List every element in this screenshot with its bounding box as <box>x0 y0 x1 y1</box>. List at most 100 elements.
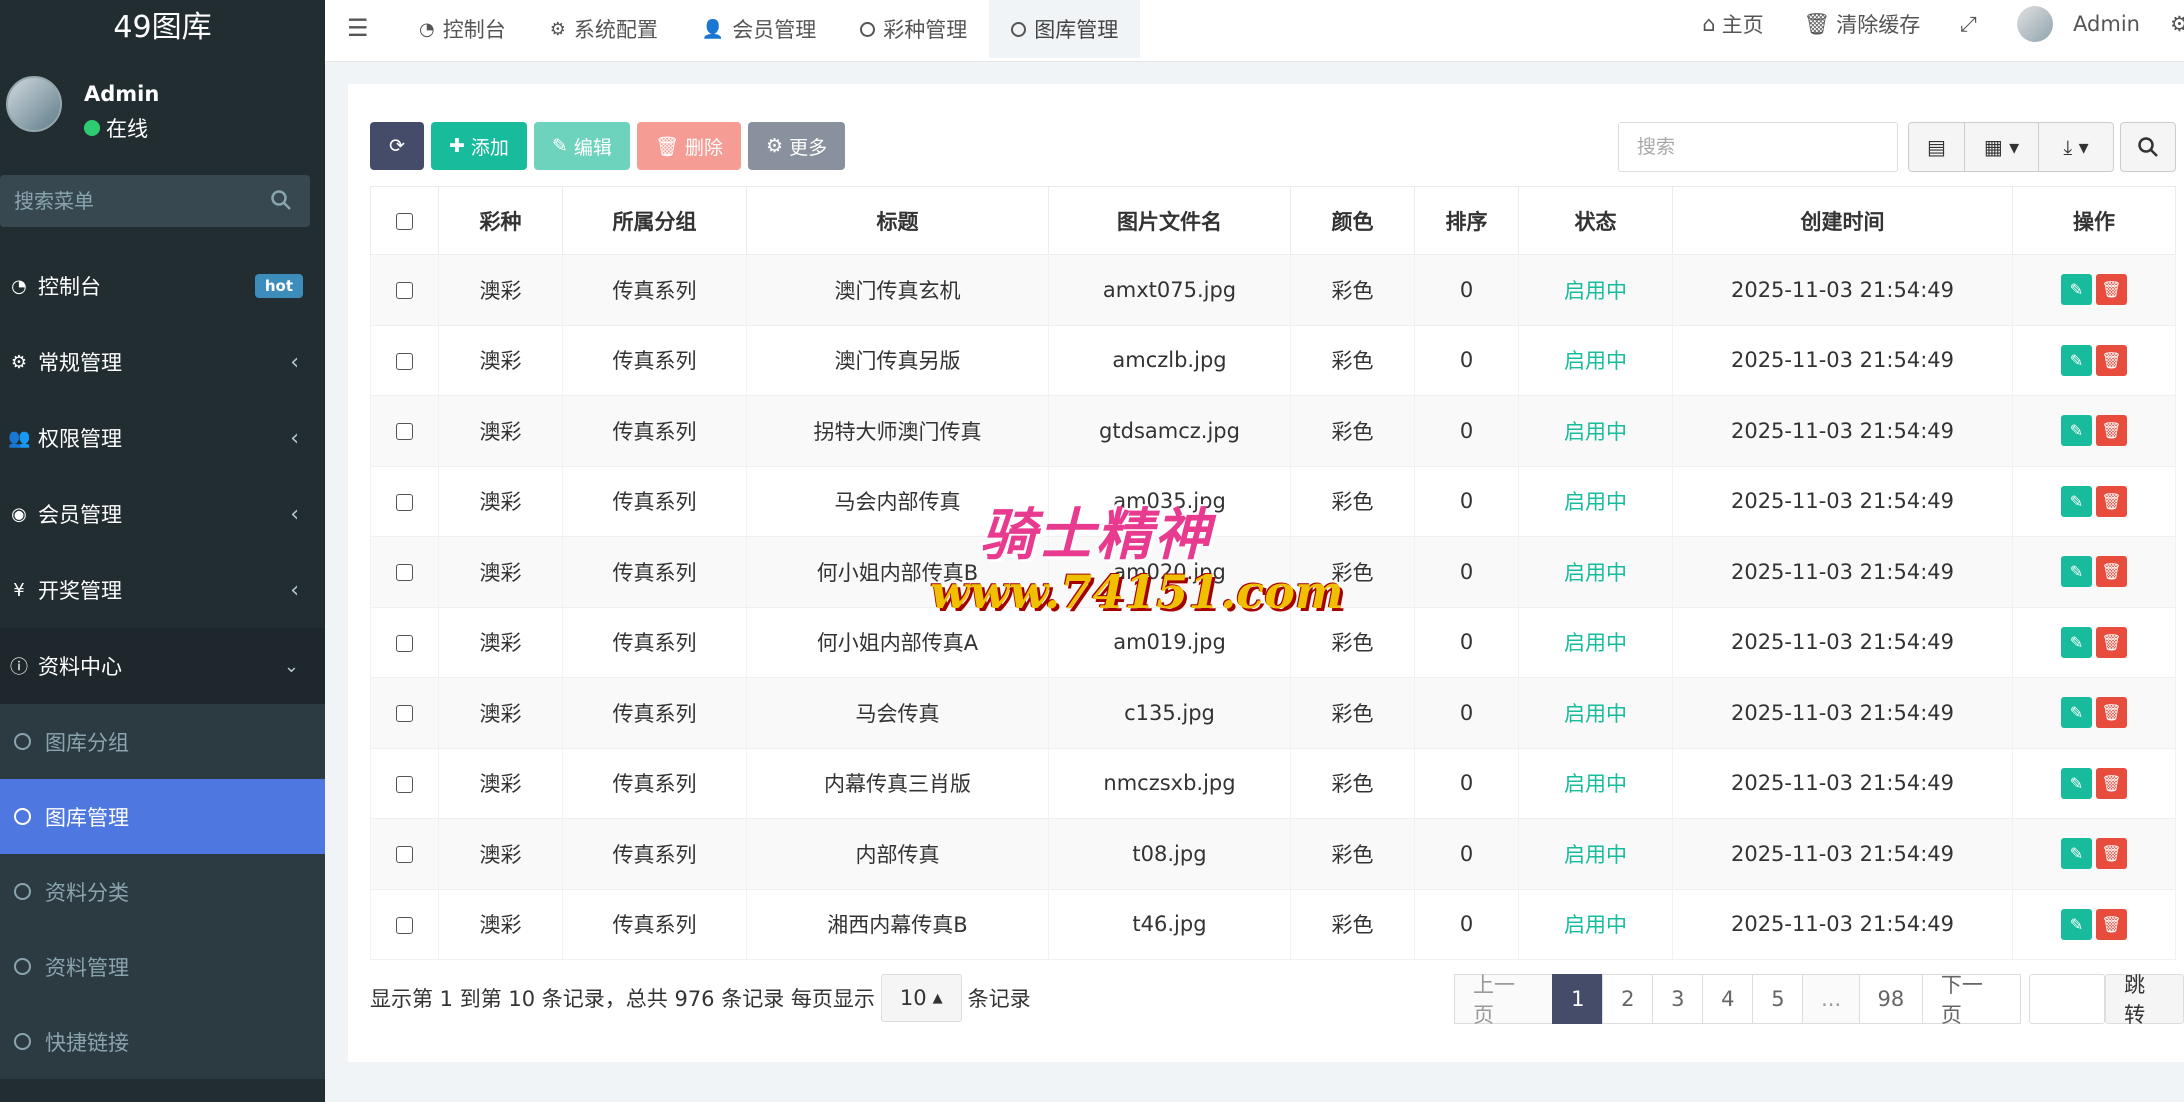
row-delete-button[interactable]: 🗑 <box>2096 274 2127 306</box>
page-jump-button[interactable]: 跳转 <box>2105 973 2184 1027</box>
page-button[interactable]: 98 <box>1858 974 1923 1024</box>
page-jump-input[interactable] <box>2029 974 2106 1024</box>
row-delete-button[interactable]: 🗑 <box>2096 908 2127 940</box>
row-delete-button[interactable]: 🗑 <box>2096 344 2127 376</box>
row-delete-button[interactable]: 🗑 <box>2096 485 2127 517</box>
sidebar-subitem-quick-links[interactable]: 快捷链接 <box>0 1004 325 1079</box>
row-actions: ✎ 🗑 <box>2012 254 2176 326</box>
next-page-button[interactable]: 下一页 <box>1921 973 2022 1027</box>
row-checkbox[interactable] <box>396 564 413 582</box>
table-search-input[interactable] <box>1618 122 1898 172</box>
row-delete-button[interactable]: 🗑 <box>2096 697 2127 729</box>
table-row[interactable]: 澳彩 传真系列 马会传真 c135.jpg 彩色 0 启用中 2025-11-03 21:54… <box>370 677 2176 749</box>
row-checkbox[interactable] <box>396 775 413 793</box>
tab-gallery-manage[interactable]: 图库管理 <box>989 0 1141 58</box>
table-row[interactable]: 澳彩 传真系列 澳门传真另版 amczlb.jpg 彩色 0 启用中 2025-11-03 2… <box>370 325 2176 396</box>
row-edit-button[interactable]: ✎ <box>2061 908 2092 940</box>
row-edit-button[interactable]: ✎ <box>2061 767 2092 799</box>
table-row[interactable]: 澳彩 传真系列 何小姐内部传真B am020.jpg 彩色 0 启用中 2025-11-03 … <box>370 536 2176 608</box>
col-header[interactable]: 颜色 <box>1290 186 1415 255</box>
row-edit-button[interactable]: ✎ <box>2061 485 2092 517</box>
row-edit-button[interactable]: ✎ <box>2061 697 2092 729</box>
row-delete-button[interactable]: 🗑 <box>2096 415 2127 447</box>
row-checkbox[interactable] <box>396 352 413 370</box>
table-row[interactable]: 澳彩 传真系列 湘西内幕传真B t46.jpg 彩色 0 启用中 2025-11-03 21:… <box>370 889 2176 960</box>
row-actions: ✎ 🗑 <box>2012 818 2176 890</box>
sidebar-item-lottery-draw[interactable]: ¥ 开奖管理 ‹ <box>0 552 325 628</box>
page-button[interactable]: 4 <box>1702 974 1754 1024</box>
add-button[interactable]: ✚ 添加 <box>431 122 527 170</box>
col-header[interactable]: 创建时间 <box>1672 186 2013 255</box>
page-button[interactable]: 3 <box>1652 974 1704 1024</box>
tab-dashboard[interactable]: ◔ 控制台 <box>397 0 528 58</box>
row-checkbox[interactable] <box>396 705 413 723</box>
table-row[interactable]: 澳彩 传真系列 内部传真 t08.jpg 彩色 0 启用中 2025-11-03 21:54:… <box>370 818 2176 890</box>
tab-system-config[interactable]: ⚙ 系统配置 <box>528 0 680 58</box>
row-edit-button[interactable]: ✎ <box>2061 838 2092 870</box>
row-checkbox[interactable] <box>396 493 413 511</box>
sidebar-subitem-gallery-groups[interactable]: 图库分组 <box>0 704 325 779</box>
sidebar-subitem-info-manage[interactable]: 资料管理 <box>0 929 325 1004</box>
table-row[interactable]: 澳彩 传真系列 拐特大师澳门传真 gtdsamcz.jpg 彩色 0 启用中 2025-11-… <box>370 395 2176 467</box>
cell-group: 传真系列 <box>562 254 747 326</box>
row-edit-button[interactable]: ✎ <box>2061 344 2092 376</box>
page-button[interactable]: 2 <box>1602 974 1654 1024</box>
menu-search-input[interactable] <box>14 189 264 213</box>
clear-cache-button[interactable]: 🗑 清除缓存 <box>1804 9 1921 39</box>
col-header[interactable]: 标题 <box>746 186 1049 255</box>
sidebar-item-label: 开奖管理 <box>38 579 122 603</box>
col-header[interactable]: 图片文件名 <box>1048 186 1291 255</box>
col-header[interactable]: 彩种 <box>438 186 563 255</box>
hamburger-menu-icon[interactable]: ☰ <box>347 14 369 42</box>
row-delete-button[interactable]: 🗑 <box>2096 767 2127 799</box>
row-edit-button[interactable]: ✎ <box>2061 626 2092 658</box>
row-delete-button[interactable]: 🗑 <box>2096 838 2127 870</box>
tab-lottery-types[interactable]: 彩种管理 <box>838 0 989 58</box>
row-edit-button[interactable]: ✎ <box>2061 556 2092 588</box>
home-link[interactable]: ⌂ 主页 <box>1702 9 1763 39</box>
search-icon[interactable] <box>270 189 292 211</box>
row-checkbox[interactable] <box>396 282 413 300</box>
sidebar-item-general[interactable]: ⚙ 常规管理 ‹ <box>0 324 325 400</box>
brand-logo[interactable]: 49图库 <box>0 0 325 48</box>
settings-button[interactable]: ⚙ <box>2170 12 2184 36</box>
page-button[interactable]: 5 <box>1752 974 1804 1024</box>
row-edit-button[interactable]: ✎ <box>2061 274 2092 306</box>
toggle-view-button[interactable]: ▤ <box>1909 123 1965 171</box>
delete-button[interactable]: 🗑 删除 <box>636 122 742 170</box>
tab-members[interactable]: 👤 会员管理 <box>680 0 838 58</box>
menu-search[interactable] <box>0 175 310 227</box>
table-row[interactable]: 澳彩 传真系列 马会内部传真 am035.jpg 彩色 0 启用中 2025-11-03 21… <box>370 466 2176 537</box>
sidebar-subitem-info-category[interactable]: 资料分类 <box>0 854 325 929</box>
sidebar-item-dashboard[interactable]: ◔ 控制台 hot <box>0 248 325 324</box>
page-size-select[interactable]: 10 ▲ <box>880 974 962 1022</box>
row-checkbox[interactable] <box>396 846 413 864</box>
row-checkbox[interactable] <box>396 423 413 441</box>
row-delete-button[interactable]: 🗑 <box>2096 626 2127 658</box>
more-button[interactable]: ⚙ 更多 <box>748 122 846 170</box>
columns-button[interactable]: ▦ ▾ <box>1965 123 2039 171</box>
row-checkbox[interactable] <box>396 916 413 934</box>
refresh-button[interactable]: ⟳ <box>370 122 424 170</box>
advanced-search-button[interactable] <box>2120 122 2176 172</box>
row-edit-button[interactable]: ✎ <box>2061 415 2092 447</box>
table-row[interactable]: 澳彩 传真系列 内幕传真三肖版 nmczsxb.jpg 彩色 0 启用中 2025-11-03… <box>370 748 2176 819</box>
select-all-checkbox[interactable] <box>396 213 413 230</box>
admin-menu[interactable]: Admin <box>2017 6 2140 42</box>
export-button[interactable]: ⤓ ▾ <box>2039 123 2113 171</box>
table-row[interactable]: 澳彩 传真系列 澳门传真玄机 amxt075.jpg 彩色 0 启用中 2025-11-03 … <box>370 254 2176 326</box>
col-header[interactable]: 排序 <box>1414 186 1519 255</box>
row-delete-button[interactable]: 🗑 <box>2096 556 2127 588</box>
table-row[interactable]: 澳彩 传真系列 何小姐内部传真A am019.jpg 彩色 0 启用中 2025-11-03 … <box>370 607 2176 678</box>
row-checkbox[interactable] <box>396 634 413 652</box>
fullscreen-button[interactable]: ⤢ <box>1960 12 1977 37</box>
sidebar-item-resources[interactable]: ⓘ 资料中心 ⌄ <box>0 628 325 704</box>
prev-page-button[interactable]: 上一页 <box>1454 973 1554 1027</box>
col-header[interactable]: 状态 <box>1518 186 1673 255</box>
edit-button[interactable]: ✎ 编辑 <box>533 122 630 170</box>
sidebar-subitem-gallery-manage[interactable]: 图库管理 <box>0 779 325 854</box>
col-header[interactable]: 所属分组 <box>562 186 747 255</box>
page-button[interactable]: 1 <box>1552 974 1604 1024</box>
sidebar-item-members[interactable]: ◉ 会员管理 ‹ <box>0 476 325 552</box>
sidebar-item-permissions[interactable]: 👥 权限管理 ‹ <box>0 400 325 476</box>
